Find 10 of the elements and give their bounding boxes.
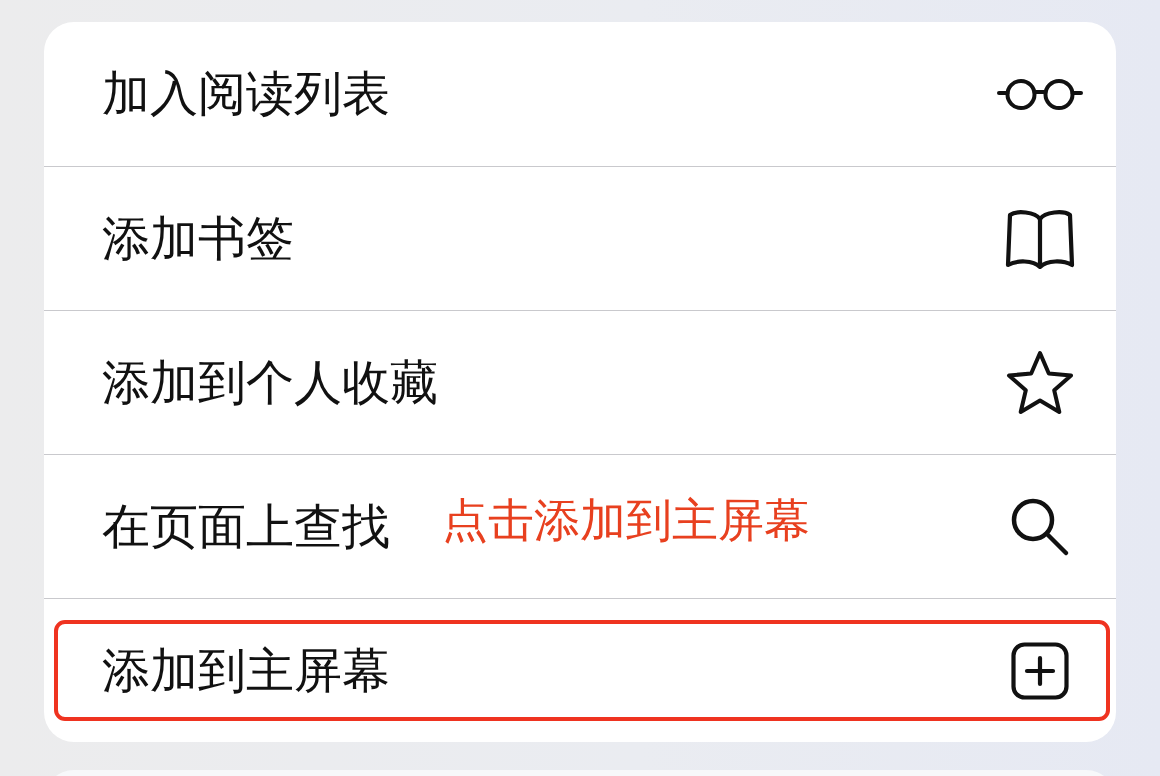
menu-item[interactable]: 添加书签: [44, 166, 1116, 310]
glasses-icon: [997, 77, 1083, 111]
menu-item[interactable]: 添加到主屏幕: [44, 598, 1116, 742]
search-icon: [1010, 496, 1070, 557]
book-icon: [1005, 208, 1075, 269]
menu-item[interactable]: 加入阅读列表: [44, 22, 1116, 166]
menu-item[interactable]: 添加到个人收藏: [44, 310, 1116, 454]
annotation-text: 点击添加到主屏幕: [442, 493, 810, 549]
star-icon: [1005, 349, 1075, 416]
plus-square-icon: [1011, 641, 1069, 700]
